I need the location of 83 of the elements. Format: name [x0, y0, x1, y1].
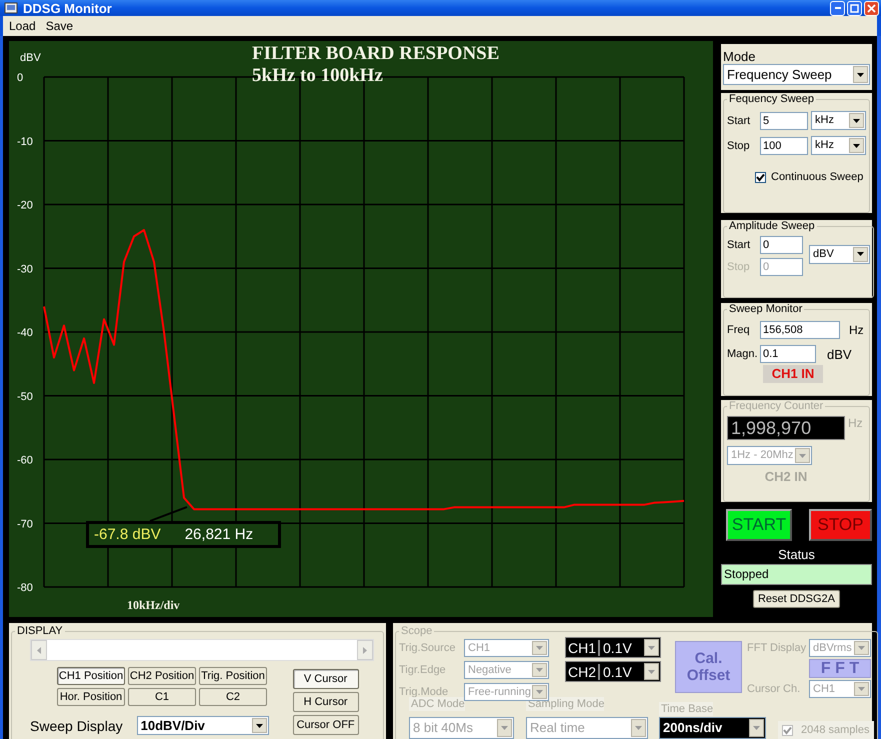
input-field[interactable]: 100 — [760, 136, 808, 154]
minimize-icon — [834, 7, 840, 9]
frequency-display: 1,998,970 — [727, 416, 845, 440]
sweep-display-label: Sweep Display — [30, 718, 123, 734]
unit-dropdown[interactable]: kHz — [811, 136, 866, 155]
axis-tick-label: -50 — [17, 390, 33, 403]
close-button[interactable] — [864, 0, 879, 16]
unit-label: Hz — [848, 416, 863, 430]
checkbox-label: 2048 samples — [801, 724, 870, 736]
reset-button[interactable]: Reset DDSG2A — [752, 590, 840, 608]
channel-value: 0.1V — [602, 640, 632, 656]
field-label: Start — [727, 239, 752, 251]
checkbox[interactable] — [755, 172, 766, 182]
field-label: Stop — [727, 140, 751, 152]
field-label: Sampling Mode — [526, 697, 604, 711]
unit-label: Hz — [849, 323, 864, 337]
channel-label: CH2 IN — [764, 469, 808, 484]
input-field[interactable]: 0 — [760, 236, 803, 254]
readout-frequency: 26,821 Hz — [184, 526, 254, 543]
unit-label: dBV — [827, 346, 852, 362]
input-field[interactable]: 5 — [760, 112, 808, 130]
field-label: Time Base — [659, 702, 714, 716]
position-button[interactable]: CH1 Position — [57, 667, 125, 685]
group-title: Amplitude Sweep — [728, 220, 816, 232]
app-icon — [4, 2, 18, 14]
unit-dropdown[interactable]: kHz — [811, 111, 866, 130]
maximize-icon — [850, 4, 859, 12]
axis-tick-label: -20 — [17, 200, 33, 212]
menu-item[interactable]: Load — [9, 19, 36, 33]
unit-dropdown[interactable]: dBV — [809, 244, 870, 264]
axis-label: dBV — [20, 52, 41, 64]
field-label: Cursor Ch. — [747, 683, 800, 695]
mode-dropdown[interactable]: Frequency Sweep — [723, 64, 870, 85]
field-label: Freq — [727, 324, 751, 336]
field-label: Magn. — [727, 348, 757, 360]
group-title: Sweep Monitor — [728, 303, 804, 315]
axis-tick-label: -30 — [17, 263, 33, 276]
axis-tick-label: -40 — [17, 327, 33, 339]
axis-tick-label: -60 — [17, 454, 33, 466]
axis-tick-label: -80 — [17, 582, 33, 594]
field-label: Tigr.Edge — [399, 664, 446, 676]
chart-title: FILTER BOARD RESPONSE — [252, 43, 500, 64]
channel-value: 0.1V — [602, 664, 632, 680]
cursor-button[interactable]: Cursor OFF — [292, 715, 359, 735]
cursor-button[interactable]: H Cursor — [292, 692, 359, 712]
checkbox-label: Continuous Sweep — [771, 171, 864, 183]
sweep-display-dropdown[interactable]: 10dBV/Div — [136, 716, 269, 735]
close-icon — [867, 4, 876, 12]
status-field: Stopped — [721, 564, 872, 585]
menu-item[interactable]: Save — [46, 19, 74, 33]
minimize-button[interactable] — [830, 0, 845, 16]
mode-label: Mode — [723, 49, 757, 64]
channel-name: CH1 — [566, 640, 600, 656]
status-label: Status — [777, 547, 816, 562]
position-button[interactable]: Hor. Position — [57, 688, 125, 706]
field-label: FFT Display — [747, 642, 806, 654]
readout-amplitude: -67.8 dBV — [94, 526, 161, 543]
field-label: ADC Mode — [409, 697, 465, 711]
position-button[interactable]: CH2 Position — [128, 667, 196, 685]
input-field[interactable]: 156,508 — [760, 321, 840, 339]
axis-tick-label: 0 — [17, 72, 24, 84]
group-title: Fequency Sweep — [728, 93, 815, 105]
axis-tick-label: -70 — [17, 518, 33, 530]
position-button[interactable]: C1 — [128, 688, 196, 706]
channel-name: CH2 — [566, 664, 600, 680]
group-title: Frequency Counter — [728, 400, 824, 412]
field-label: Trig.Mode — [399, 686, 448, 698]
position-button[interactable]: Trig. Position — [199, 667, 267, 685]
axis-tick-label: -10 — [17, 136, 33, 148]
window-title: DDSG Monitor — [23, 0, 112, 16]
group-title: DISPLAY — [16, 625, 64, 637]
input-field[interactable]: 0.1 — [760, 345, 816, 363]
field-label: Stop — [727, 261, 751, 273]
field-label: Trig.Source — [399, 642, 456, 654]
start-button[interactable]: START — [726, 509, 792, 541]
position-button[interactable]: C2 — [199, 688, 267, 706]
cursor-button[interactable]: V Cursor — [292, 669, 359, 689]
axis-label: 10kHz/div — [127, 598, 180, 612]
maximize-button[interactable] — [847, 0, 862, 16]
field-label: Start — [727, 114, 752, 126]
chart-subtitle: 5kHz to 100kHz — [252, 65, 383, 86]
group-title: Scope — [400, 625, 434, 637]
channel-label: CH1 IN — [763, 365, 823, 383]
